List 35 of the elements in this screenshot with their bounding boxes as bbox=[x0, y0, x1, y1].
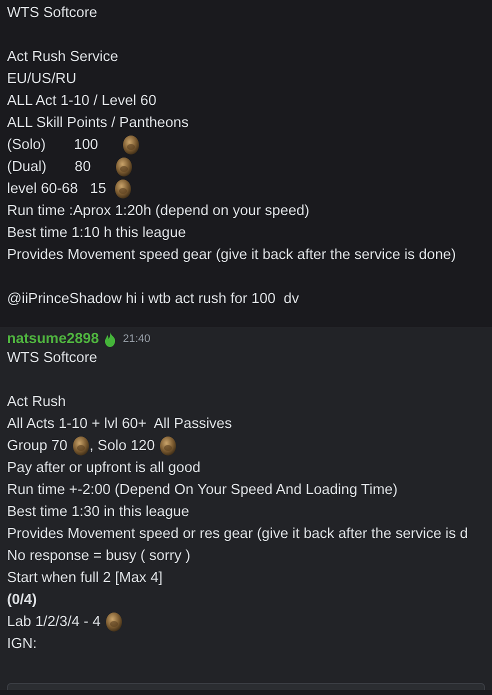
message-text: IGN: bbox=[7, 636, 37, 652]
message-text: Run time +-2:00 (Depend On Your Speed And Loading Time) bbox=[7, 482, 398, 498]
message-text: ALL Act 1-10 / Level 60 bbox=[7, 93, 156, 109]
message-text: No response = busy ( sorry ) bbox=[7, 548, 190, 564]
message-text: @iiPrinceShadow hi i wtb act rush for 100 dv bbox=[7, 291, 299, 307]
message-text: Start when full 2 [Max 4] bbox=[7, 570, 163, 586]
message-text: EU/US/RU bbox=[7, 71, 76, 87]
message-text: Run time :Aprox 1:20h (depend on your speed) bbox=[7, 203, 310, 219]
message-text: Best time 1:10 h this league bbox=[7, 225, 186, 241]
orb-icon bbox=[72, 436, 90, 456]
message-text: (0/4) bbox=[7, 592, 37, 608]
message-text: level 60-68 15 bbox=[7, 181, 108, 197]
message-text: (Solo) 100 bbox=[7, 137, 100, 153]
message-text: WTS Softcore bbox=[7, 5, 98, 21]
orb-icon bbox=[104, 612, 123, 632]
message-text: ALL Skill Points / Pantheons bbox=[7, 115, 189, 131]
message-text: Provides Movement speed gear (give it back after the service is done) bbox=[7, 247, 456, 263]
message-text: Lab 1/2/3/4 - 4 bbox=[7, 614, 102, 630]
message-text: Best time 1:30 in this league bbox=[7, 504, 190, 520]
flame-icon bbox=[104, 332, 116, 346]
message-text: Provides Movement speed or res gear (give it back after the service is d bbox=[7, 526, 468, 542]
message-text: Act Rush bbox=[7, 394, 66, 410]
orb-icon bbox=[114, 179, 132, 199]
username[interactable]: natsume2898 bbox=[7, 331, 99, 347]
orb-icon bbox=[122, 135, 140, 155]
message-text: (Dual) 80 bbox=[7, 159, 92, 175]
message-text: WTS Softcore bbox=[7, 350, 98, 366]
message-text: Act Rush Service bbox=[7, 49, 118, 65]
message-text: Group 70 bbox=[7, 438, 68, 454]
orb-icon bbox=[114, 157, 133, 177]
message-text: , Solo 120 bbox=[90, 438, 156, 454]
message-text: Pay after or upfront is all good bbox=[7, 460, 200, 476]
orb-icon bbox=[158, 436, 177, 456]
message-text: All Acts 1-10 + lvl 60+ All Passives bbox=[7, 416, 232, 432]
timestamp: 21:40 bbox=[122, 333, 150, 345]
